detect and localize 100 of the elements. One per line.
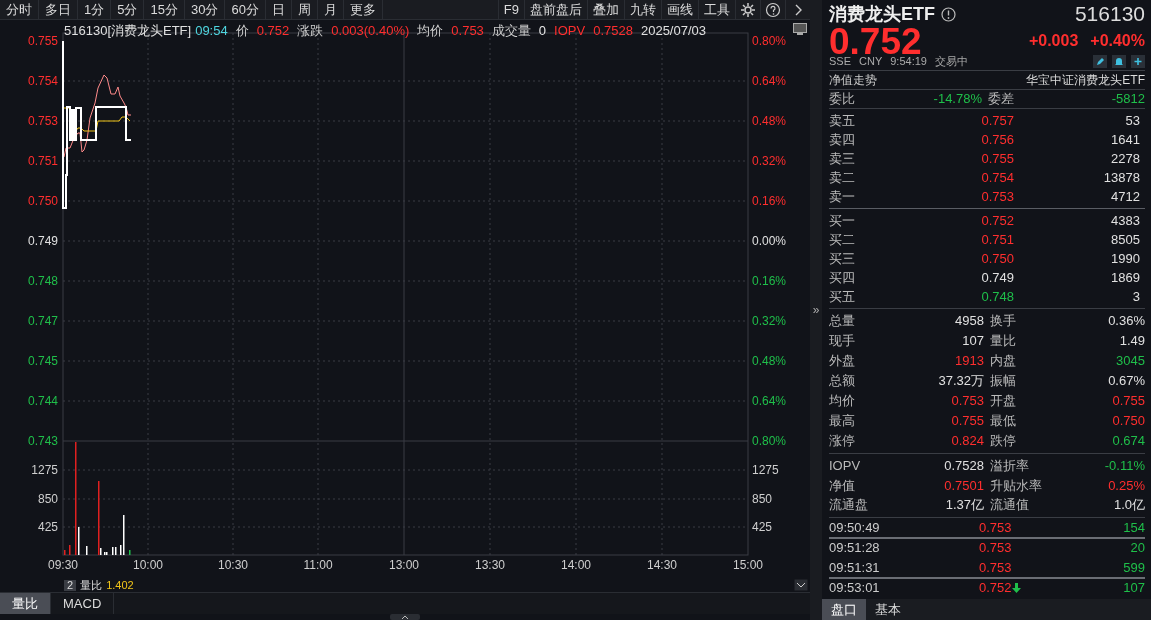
field-value: 0.25% (1107, 476, 1145, 495)
price-axis-label: 0.743 (27, 434, 58, 448)
order-price: 0.757 (980, 111, 1014, 130)
expand-handle-icon[interactable] (390, 614, 420, 620)
volume-axis-label: 1275 (31, 463, 58, 477)
toolbar-button[interactable]: 叠加 (587, 0, 624, 19)
volume-axis-label: 1275 (752, 463, 779, 477)
toolbar-button[interactable]: F9 (497, 0, 524, 19)
indicator-tab[interactable]: MACD (51, 593, 115, 614)
order-price: 0.753 (980, 187, 1014, 206)
field-value: 1913 (954, 352, 984, 371)
toolbar-button[interactable]: 画线 (661, 0, 698, 19)
security-code: 516130[消费龙头ETF] (64, 22, 192, 40)
field-value: 4958 (954, 312, 984, 331)
price-axis-label: 0.745 (27, 354, 58, 368)
security-name: 消费龙头ETF (829, 2, 935, 26)
field-value: 1.49 (1118, 332, 1145, 351)
pencil-icon[interactable] (1093, 54, 1107, 68)
level-label: 买四 (829, 268, 856, 287)
level-label: 买二 (829, 230, 856, 249)
period-tab[interactable]: 60分 (225, 0, 266, 19)
percent-change: +0.40% (1090, 31, 1145, 51)
toolbar-button[interactable]: 盘前盘后 (524, 0, 587, 19)
chevron-down-icon[interactable] (794, 579, 808, 591)
order-price: 0.751 (980, 230, 1014, 249)
time-axis-label: 14:30 (646, 558, 678, 572)
price-axis-label: 0.744 (27, 394, 58, 408)
field-value: -0.11% (1103, 457, 1145, 475)
period-tab[interactable]: 多日 (39, 0, 78, 19)
field-value: -5812 (1110, 90, 1145, 109)
tick-time: 09:51:28 (829, 538, 881, 557)
level-label: 买一 (829, 211, 856, 230)
field-value: 1.37亿 (944, 496, 984, 514)
chart-time: 09:54 (195, 22, 228, 40)
order-volume: 8505 (1110, 230, 1141, 249)
panel-tab[interactable]: 基本 (866, 598, 910, 620)
percent-axis-label: 0.80% (752, 434, 787, 448)
tick-time: 09:50:49 (829, 518, 881, 537)
field-label: 均价 (829, 392, 856, 411)
field-label: 量比 (990, 332, 1017, 351)
settings-icon[interactable] (740, 1, 756, 18)
period-tab[interactable]: 15分 (144, 0, 185, 19)
level-label: 买三 (829, 249, 856, 268)
field-label: 开盘 (990, 392, 1017, 411)
percent-axis-label: 0.80% (752, 34, 787, 48)
nav-trend-link[interactable]: 净值走势 (829, 71, 877, 89)
percent-axis-label: 0.64% (752, 74, 787, 88)
header-value: 0.003(0.40%) (331, 22, 410, 40)
field-label: IOPV (829, 457, 862, 475)
field-label: 内盘 (990, 352, 1017, 371)
period-tab[interactable]: 日 (265, 0, 292, 19)
period-tab[interactable]: 1分 (78, 0, 112, 19)
tick-volume: 20 (1129, 538, 1145, 557)
order-price: 0.752 (980, 211, 1014, 230)
order-volume: 3 (1131, 287, 1141, 306)
period-tab[interactable]: 更多 (343, 0, 383, 19)
field-label: 总额 (829, 372, 856, 391)
period-tab[interactable]: 分时 (0, 0, 39, 19)
quote-time: 9:54:19 (890, 54, 927, 69)
price-axis-label: 0.754 (27, 74, 58, 88)
percent-axis-label: 0.16% (752, 194, 787, 208)
security-code: 516130 (1074, 1, 1145, 28)
tick-time: 09:53:01 (829, 578, 881, 597)
field-label: 涨停 (829, 432, 856, 451)
volume-axis-label: 425 (37, 520, 58, 534)
period-tab[interactable]: 月 (317, 0, 344, 19)
period-tab[interactable]: 30分 (184, 0, 226, 19)
volume-axis-label: 850 (37, 491, 58, 506)
period-tab[interactable]: 周 (291, 0, 318, 19)
field-label: 最低 (990, 412, 1017, 431)
toolbar-button[interactable]: 工具 (698, 0, 735, 19)
field-label: 外盘 (829, 352, 856, 371)
bell-icon[interactable] (1112, 54, 1126, 68)
field-value: 0.7528 (943, 457, 984, 475)
order-price: 0.750 (980, 249, 1014, 268)
help-icon[interactable] (765, 1, 781, 18)
period-tab[interactable]: 5分 (111, 0, 145, 19)
toolbar-button[interactable]: 九转 (624, 0, 661, 19)
time-axis-label: 13:00 (388, 558, 420, 572)
level-label: 卖五 (829, 111, 856, 130)
level-label: 卖二 (829, 168, 856, 187)
field-value: 0.7501 (943, 476, 984, 495)
field-value: 0.824 (950, 432, 984, 451)
header-label: 涨跌 (297, 22, 324, 40)
indicator-tab[interactable]: 量比 (0, 593, 51, 614)
tick-price: 0.753 (979, 518, 1012, 537)
panel-tab[interactable]: 盘口 (822, 598, 866, 620)
info-icon[interactable] (941, 6, 956, 22)
level-label: 卖一 (829, 187, 856, 206)
volume-axis-label: 850 (752, 491, 773, 506)
percent-axis-label: 0.32% (752, 154, 787, 168)
field-value: 107 (961, 332, 984, 351)
order-volume: 1869 (1110, 268, 1141, 287)
indicator-name: 量比 (80, 579, 103, 591)
order-volume: 4383 (1110, 211, 1141, 230)
plus-icon[interactable] (1131, 54, 1145, 68)
field-value: -14.78% (932, 90, 982, 109)
time-axis-label: 11:00 (302, 558, 334, 572)
collapse-toggle[interactable]: » (812, 301, 820, 319)
monitor-icon[interactable] (793, 23, 807, 36)
